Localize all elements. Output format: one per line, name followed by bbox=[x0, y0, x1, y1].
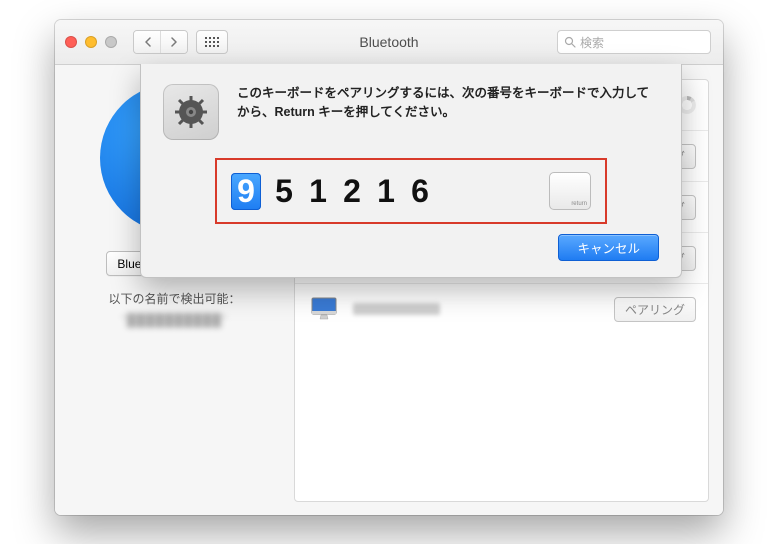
window-controls bbox=[65, 36, 117, 48]
titlebar: Bluetooth 検索 bbox=[55, 20, 723, 65]
preferences-window: Bluetooth 検索 Bluetooth を切にする 以下の名前で検出可能：… bbox=[55, 20, 723, 515]
search-field[interactable]: 検索 bbox=[557, 30, 711, 54]
cancel-button[interactable]: キャンセル bbox=[558, 234, 659, 261]
discoverable-label: 以下の名前で検出可能： bbox=[108, 290, 240, 307]
pairing-code-digits: 9 5 1 2 1 6 bbox=[231, 173, 431, 210]
device-row[interactable]: ペアリング bbox=[295, 284, 708, 334]
pairing-dialog: このキーボードをペアリングするには、次の番号をキーボードで入力してから、Retu… bbox=[140, 64, 682, 278]
zoom-window-button[interactable] bbox=[105, 36, 117, 48]
close-window-button[interactable] bbox=[65, 36, 77, 48]
minimize-window-button[interactable] bbox=[85, 36, 97, 48]
nav-back-forward bbox=[133, 30, 188, 54]
forward-button[interactable] bbox=[160, 31, 187, 53]
search-placeholder: 検索 bbox=[580, 34, 604, 51]
pairing-instruction: このキーボードをペアリングするには、次の番号をキーボードで入力してから、Retu… bbox=[237, 84, 659, 140]
pairing-code-box: 9 5 1 2 1 6 return bbox=[215, 158, 607, 224]
show-all-button[interactable] bbox=[196, 30, 228, 54]
pairing-digit: 2 bbox=[341, 173, 363, 210]
back-button[interactable] bbox=[134, 31, 160, 53]
return-key-icon: return bbox=[549, 172, 591, 210]
pairing-digit: 1 bbox=[307, 173, 329, 210]
pairing-digit: 6 bbox=[409, 173, 431, 210]
pairing-digit: 5 bbox=[273, 173, 295, 210]
device-name bbox=[353, 303, 602, 315]
grid-icon bbox=[205, 37, 219, 47]
imac-icon bbox=[307, 294, 341, 324]
pairing-digit: 9 bbox=[231, 173, 261, 210]
discoverable-name: "██████████" bbox=[122, 313, 228, 327]
search-icon bbox=[564, 36, 576, 48]
system-preferences-icon bbox=[163, 84, 219, 140]
pair-button[interactable]: ペアリング bbox=[614, 297, 696, 322]
pairing-digit: 1 bbox=[375, 173, 397, 210]
